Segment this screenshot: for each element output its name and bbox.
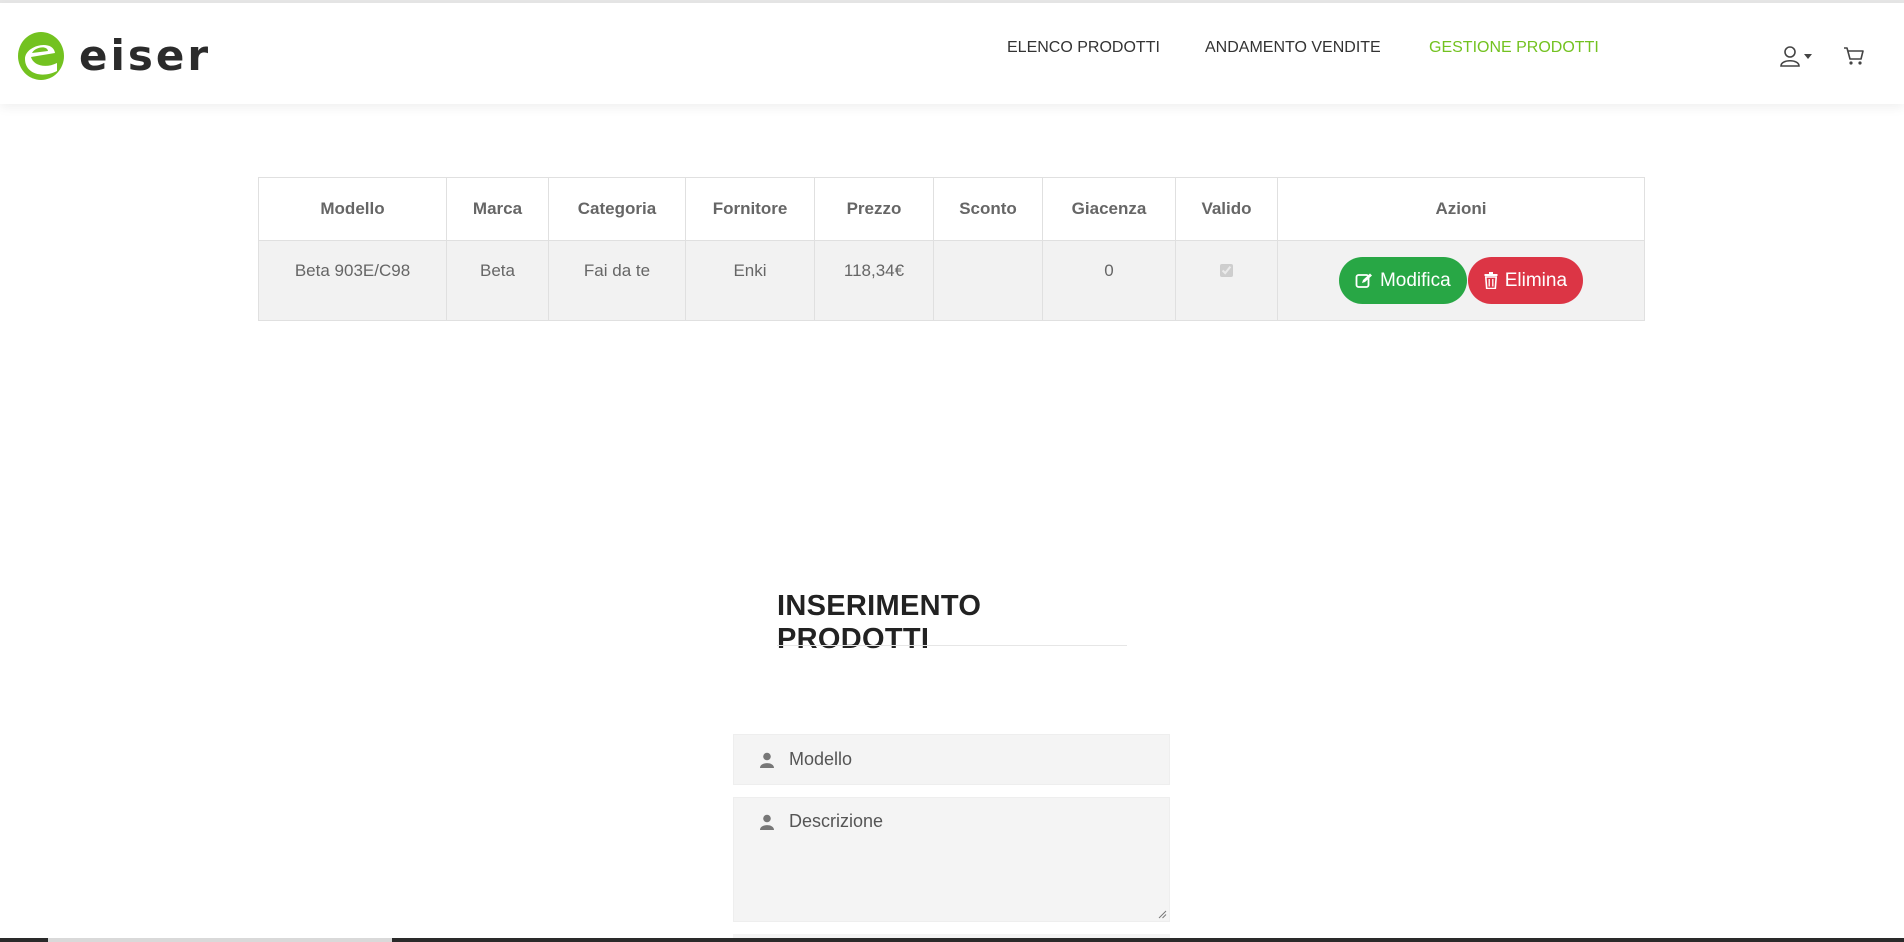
scrollbar-thumb[interactable] bbox=[48, 938, 392, 942]
cell-modello: Beta 903E/C98 bbox=[258, 240, 447, 321]
modello-field bbox=[733, 734, 1170, 785]
column-header-azioni: Azioni bbox=[1277, 177, 1645, 241]
column-header-categoria: Categoria bbox=[548, 177, 686, 241]
modifica-label: Modifica bbox=[1379, 269, 1451, 291]
user-icon bbox=[760, 814, 774, 830]
trash-icon bbox=[1484, 272, 1498, 289]
column-header-marca: Marca bbox=[446, 177, 549, 241]
nav-elenco-prodotti[interactable]: ELENCO PRODOTTI bbox=[1007, 39, 1160, 57]
table-row: Beta 903E/C98 Beta Fai da te Enki 118,34… bbox=[258, 240, 1645, 321]
column-header-sconto: Sconto bbox=[933, 177, 1043, 241]
bottom-scrollbar[interactable] bbox=[0, 938, 1904, 942]
valido-checkbox[interactable] bbox=[1220, 263, 1233, 277]
modifica-button[interactable]: Modifica bbox=[1338, 257, 1467, 304]
brand-logo[interactable]: eiser bbox=[17, 30, 211, 82]
cell-giacenza: 0 bbox=[1042, 240, 1176, 321]
cell-categoria: Fai da te bbox=[548, 240, 686, 321]
cell-marca: Beta bbox=[446, 240, 549, 321]
edit-icon bbox=[1355, 273, 1372, 288]
column-header-modello: Modello bbox=[258, 177, 447, 241]
site-header: eiser ELENCO PRODOTTI ANDAMENTO VENDITE … bbox=[0, 3, 1904, 104]
cell-fornitore: Enki bbox=[685, 240, 815, 321]
column-header-prezzo: Prezzo bbox=[814, 177, 934, 241]
column-header-giacenza: Giacenza bbox=[1042, 177, 1176, 241]
brand-name: eiser bbox=[79, 31, 212, 80]
column-header-valido: Valido bbox=[1175, 177, 1278, 241]
column-header-fornitore: Fornitore bbox=[685, 177, 815, 241]
table-header-row: Modello Marca Categoria Fornitore Prezzo… bbox=[258, 177, 1645, 241]
elimina-label: Elimina bbox=[1504, 269, 1568, 291]
insert-form-title: INSERIMENTO PRODOTTI bbox=[777, 590, 982, 655]
products-table: Modello Marca Categoria Fornitore Prezzo… bbox=[258, 177, 1645, 321]
eiser-logo-icon bbox=[18, 32, 64, 80]
nav-andamento-vendite[interactable]: ANDAMENTO VENDITE bbox=[1205, 39, 1381, 57]
descrizione-field bbox=[733, 797, 1170, 922]
page: eiser ELENCO PRODOTTI ANDAMENTO VENDITE … bbox=[0, 0, 1904, 942]
modello-input[interactable] bbox=[789, 735, 1159, 784]
cell-azioni: Modifica Elimina bbox=[1277, 240, 1645, 321]
elimina-button[interactable]: Elimina bbox=[1467, 257, 1584, 304]
resize-handle[interactable] bbox=[1158, 910, 1167, 919]
nav-gestione-prodotti[interactable]: GESTIONE PRODOTTI bbox=[1429, 39, 1599, 57]
user-icon bbox=[760, 752, 774, 768]
cell-valido bbox=[1175, 240, 1278, 321]
title-divider bbox=[777, 645, 1127, 646]
cart-icon[interactable] bbox=[1843, 46, 1865, 66]
cell-sconto bbox=[933, 240, 1043, 321]
cell-prezzo: 118,34€ bbox=[814, 240, 934, 321]
descrizione-textarea[interactable] bbox=[789, 811, 1159, 916]
user-menu-icon[interactable] bbox=[1779, 45, 1813, 67]
